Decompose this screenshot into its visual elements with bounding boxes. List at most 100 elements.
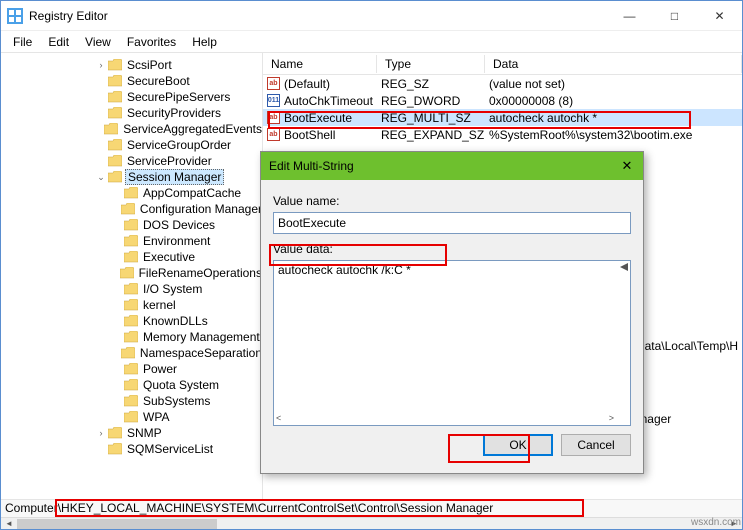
list-row[interactable]: 011AutoChkTimeoutREG_DWORD0x00000008 (8) xyxy=(263,92,742,109)
tree-label: SecurePipeServers xyxy=(127,90,230,104)
value-data: 0x00000008 (8) xyxy=(485,94,742,108)
tree-pane[interactable]: › ScsiPort SecureBoot SecurePipeServersSecu… xyxy=(1,53,263,499)
value-icon: ab xyxy=(267,128,280,141)
col-name[interactable]: Name xyxy=(263,55,377,73)
menu-help[interactable]: Help xyxy=(184,33,225,51)
tree-item[interactable]: SecurePipeServers xyxy=(1,89,262,105)
tree-item[interactable]: SubSystems xyxy=(1,393,262,409)
folder-icon xyxy=(123,394,139,408)
tree-item[interactable]: Power xyxy=(1,361,262,377)
tree-item[interactable]: SQMServiceList xyxy=(1,441,262,457)
tree-label: AppCompatCache xyxy=(143,186,241,200)
menu-favorites[interactable]: Favorites xyxy=(119,33,184,51)
tree-label: SubSystems xyxy=(143,394,210,408)
folder-icon xyxy=(107,426,123,440)
tree-item[interactable]: DOS Devices xyxy=(1,217,262,233)
folder-icon xyxy=(107,442,123,456)
scroll-thumb[interactable] xyxy=(17,519,217,529)
scroll-left-icon[interactable]: ◄ xyxy=(1,518,17,530)
tree-item[interactable]: Quota System xyxy=(1,377,262,393)
tree-label: Session Manager xyxy=(125,169,224,185)
tree-label: Executive xyxy=(143,250,195,264)
value-name: (Default) xyxy=(284,77,330,91)
dialog-close-icon[interactable]: ✕ xyxy=(619,158,635,174)
hscrollbar[interactable]: ◄ ► xyxy=(1,517,742,529)
tree-item[interactable]: Executive xyxy=(1,249,262,265)
tree-item[interactable]: Environment xyxy=(1,233,262,249)
menu-file[interactable]: File xyxy=(5,33,40,51)
folder-icon xyxy=(123,218,139,232)
tree-item[interactable]: ›SNMP xyxy=(1,425,262,441)
value-data: %SystemRoot%\system32\bootim.exe xyxy=(485,128,742,142)
tree-item[interactable]: KnownDLLs xyxy=(1,313,262,329)
tree-item[interactable]: › ScsiPort xyxy=(1,57,262,73)
list-row[interactable]: ab(Default)REG_SZ(value not set) xyxy=(263,75,742,92)
tree-label: ServiceAggregatedEvents xyxy=(123,122,262,136)
tree-item[interactable]: ⌄ Session Manager xyxy=(1,169,262,185)
tree-item[interactable]: WPA xyxy=(1,409,262,425)
tree-item[interactable]: AppCompatCache xyxy=(1,185,262,201)
dialog-titlebar[interactable]: Edit Multi-String ✕ xyxy=(261,152,643,180)
expand-icon[interactable]: › xyxy=(95,428,107,438)
tree-item[interactable]: Configuration Manager xyxy=(1,201,262,217)
maximize-button[interactable]: □ xyxy=(652,1,697,31)
folder-icon xyxy=(123,362,139,376)
value-icon: ab xyxy=(267,111,280,124)
folder-icon xyxy=(123,378,139,392)
cancel-button[interactable]: Cancel xyxy=(561,434,631,456)
input-value-data[interactable]: autocheck autochk /k:C * < > xyxy=(273,260,631,426)
folder-icon xyxy=(120,346,136,360)
tree-label: KnownDLLs xyxy=(143,314,208,328)
col-type[interactable]: Type xyxy=(377,55,485,73)
tree-item[interactable]: NamespaceSeparation xyxy=(1,345,262,361)
tree-label: Power xyxy=(143,362,177,376)
value-data: autocheck autochk * xyxy=(485,111,742,125)
expand-icon[interactable]: › xyxy=(95,60,107,70)
status-bar: Computer\HKEY_LOCAL_MACHINE\SYSTEM\Curre… xyxy=(1,499,742,517)
tree-item[interactable]: SecurityProviders xyxy=(1,105,262,121)
status-path: Computer\HKEY_LOCAL_MACHINE\SYSTEM\Curre… xyxy=(5,501,493,515)
folder-icon xyxy=(123,234,139,248)
ok-button[interactable]: OK xyxy=(483,434,553,456)
value-type: REG_DWORD xyxy=(377,94,485,108)
input-value-name[interactable] xyxy=(273,212,631,234)
tree-label: DOS Devices xyxy=(143,218,215,232)
tree-item[interactable]: FileRenameOperations xyxy=(1,265,262,281)
folder-icon xyxy=(123,410,139,424)
menubar: File Edit View Favorites Help xyxy=(1,31,742,53)
folder-icon xyxy=(120,202,136,216)
tree-item[interactable]: kernel xyxy=(1,297,262,313)
tree-label: ScsiPort xyxy=(127,58,172,72)
folder-icon xyxy=(123,186,139,200)
tree-item[interactable]: I/O System xyxy=(1,281,262,297)
value-type: REG_SZ xyxy=(377,77,485,91)
folder-icon xyxy=(107,74,123,88)
value-type: REG_EXPAND_SZ xyxy=(377,128,485,142)
list-row[interactable]: abBootExecuteREG_MULTI_SZautocheck autoc… xyxy=(263,109,742,126)
tree-label: Quota System xyxy=(143,378,219,392)
app-icon xyxy=(7,8,23,24)
watermark: wsxdn.com xyxy=(691,517,741,528)
menu-view[interactable]: View xyxy=(77,33,119,51)
folder-icon xyxy=(107,58,123,72)
tree-label: Memory Management xyxy=(143,330,260,344)
value-type: REG_MULTI_SZ xyxy=(377,111,485,125)
close-button[interactable]: ✕ xyxy=(697,1,742,31)
tree-item[interactable]: SecureBoot xyxy=(1,73,262,89)
expand-icon[interactable]: ⌄ xyxy=(95,172,107,183)
col-data[interactable]: Data xyxy=(485,55,742,73)
tree-item[interactable]: ServiceAggregatedEvents xyxy=(1,121,262,137)
value-icon: 011 xyxy=(267,94,280,107)
tree-item[interactable]: ServiceGroupOrder xyxy=(1,137,262,153)
list-row[interactable]: abBootShellREG_EXPAND_SZ%SystemRoot%\sys… xyxy=(263,126,742,143)
tree-label: I/O System xyxy=(143,282,202,296)
label-value-data: Value data: xyxy=(273,242,631,256)
folder-icon xyxy=(107,106,123,120)
minimize-button[interactable]: — xyxy=(607,1,652,31)
tree-label: SecureBoot xyxy=(127,74,190,88)
folder-icon xyxy=(123,330,139,344)
menu-edit[interactable]: Edit xyxy=(40,33,77,51)
tree-item[interactable]: ServiceProvider xyxy=(1,153,262,169)
edit-multi-string-dialog: Edit Multi-String ✕ Value name: Value da… xyxy=(260,151,644,474)
tree-item[interactable]: Memory Management xyxy=(1,329,262,345)
